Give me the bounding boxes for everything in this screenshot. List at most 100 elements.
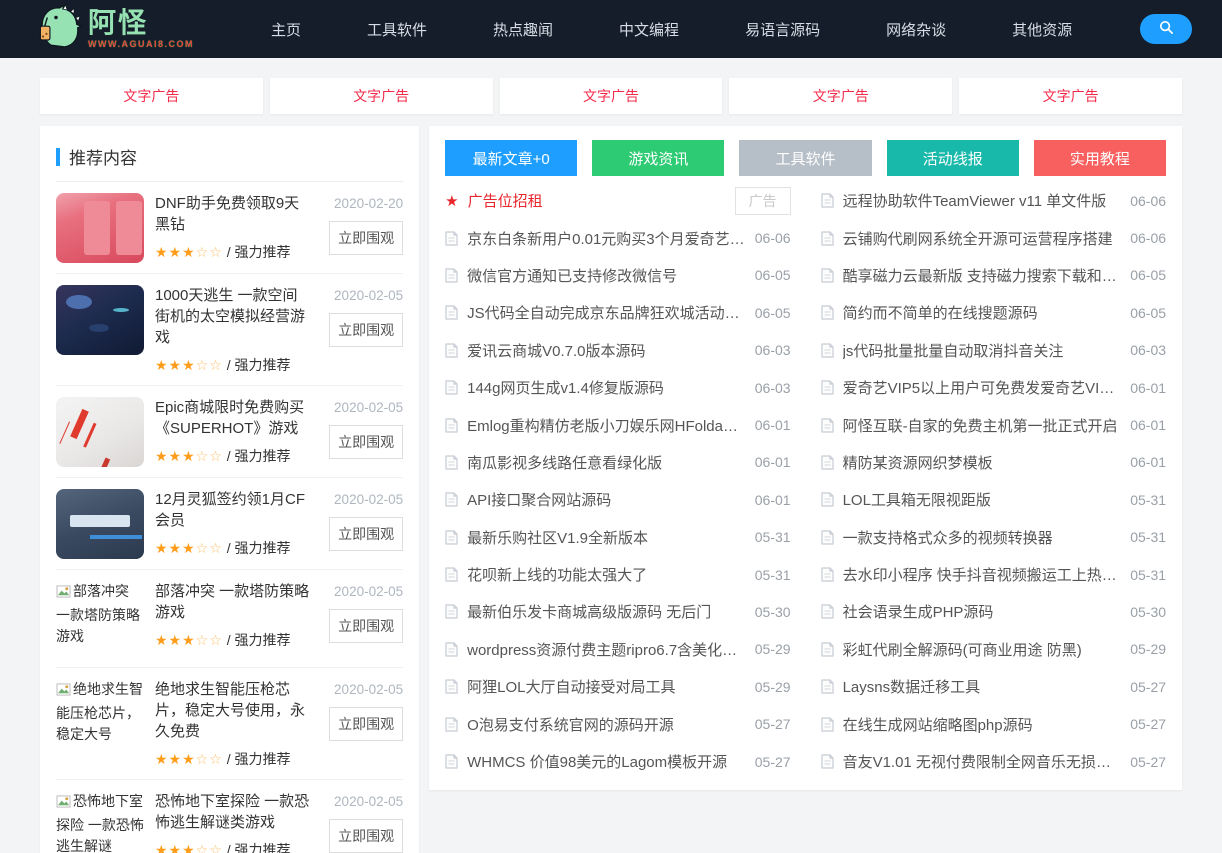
- view-now-button[interactable]: 立即围观: [329, 609, 403, 643]
- nav-item[interactable]: 热点趣闻: [460, 19, 586, 40]
- nav-item[interactable]: 网络杂谈: [853, 19, 979, 40]
- site-title: 阿怪: [88, 9, 194, 37]
- document-icon: [445, 380, 458, 395]
- document-icon: [445, 679, 458, 694]
- nav-item[interactable]: 中文编程: [586, 19, 712, 40]
- view-now-button[interactable]: 立即围观: [329, 313, 403, 347]
- recommended-card[interactable]: Epic商城限时免费购买《SUPERHOT》游戏 ★★★☆☆/ 强力推荐 202…: [56, 386, 403, 478]
- view-now-button[interactable]: 立即围观: [329, 517, 403, 551]
- broken-thumbnail: 恐怖地下室探险 一款恐怖逃生解谜: [56, 791, 144, 853]
- card-rating: ★★★☆☆/ 强力推荐: [155, 446, 310, 466]
- article-list-item[interactable]: WHMCS 价值98美元的Lagom模板开源 05-27: [445, 743, 790, 780]
- article-list-item[interactable]: 简约而不简单的在线搜题源码 06-05: [821, 294, 1166, 331]
- text-ad-slot[interactable]: 文字广告: [270, 78, 493, 114]
- text-ad-slot[interactable]: 文字广告: [500, 78, 723, 114]
- article-title: 花呗新上线的功能太强大了: [467, 564, 746, 585]
- article-list-panel: 最新文章+0 游戏资讯 工具软件 活动线报 实用教程 ★ 广告位招租 广告 京东…: [429, 126, 1182, 790]
- category-button-game-news[interactable]: 游戏资讯: [592, 140, 724, 176]
- card-date: 2020-02-05: [334, 794, 403, 809]
- article-list-item[interactable]: js代码批量批量自动取消抖音关注 06-03: [821, 332, 1166, 369]
- article-list-item[interactable]: 云铺购代刷网系统全开源可运营程序搭建 06-06: [821, 219, 1166, 256]
- article-list-item[interactable]: Emlog重构精仿老版小刀娱乐网HFoldao模... 06-01: [445, 406, 790, 443]
- article-list-item[interactable]: API接口聚合网站源码 06-01: [445, 481, 790, 518]
- recommended-card[interactable]: 绝地求生智能压枪芯片，稳定大号 绝地求生智能压枪芯片，稳定大号使用，永久免费 ★…: [56, 668, 403, 780]
- text-ad-slot[interactable]: 文字广告: [729, 78, 952, 114]
- article-title: JS代码全自动完成京东品牌狂欢城活动任务: [467, 302, 746, 323]
- star-rating-empty: ☆☆: [196, 244, 223, 260]
- rating-label: / 强力推荐: [227, 632, 291, 648]
- article-list-item[interactable]: JS代码全自动完成京东品牌狂欢城活动任务 06-05: [445, 294, 790, 331]
- document-icon: [821, 567, 834, 582]
- article-list-item[interactable]: 阿狸LOL大厅自动接受对局工具 05-29: [445, 668, 790, 705]
- article-list-item[interactable]: 京东白条新用户0.01元购买3个月爱奇艺黄... 06-06: [445, 219, 790, 256]
- nav-item[interactable]: 工具软件: [334, 19, 460, 40]
- article-list-item[interactable]: 最新伯乐发卡商城高级版源码 无后门 05-30: [445, 593, 790, 630]
- article-list-item[interactable]: 最新乐购社区V1.9全新版本 05-31: [445, 519, 790, 556]
- document-icon: [821, 418, 834, 433]
- text-ad-slot[interactable]: 文字广告: [40, 78, 263, 114]
- ad-slot-for-rent-row[interactable]: ★ 广告位招租 广告: [445, 182, 790, 219]
- rating-label: / 强力推荐: [227, 751, 291, 767]
- accent-bar: [56, 148, 60, 166]
- document-icon: [821, 343, 834, 358]
- article-title: 简约而不简单的在线搜题源码: [843, 302, 1122, 323]
- recommended-card[interactable]: 恐怖地下室探险 一款恐怖逃生解谜 恐怖地下室探险 一款恐怖逃生解谜类游戏 ★★★…: [56, 780, 403, 853]
- article-list-item[interactable]: 南瓜影视多线路任意看绿化版 06-01: [445, 444, 790, 481]
- article-date: 05-27: [1130, 716, 1166, 732]
- article-list-item[interactable]: Laysns数据迁移工具 05-27: [821, 668, 1166, 705]
- article-list-item[interactable]: wordpress资源付费主题ripro6.7含美化包... 05-29: [445, 631, 790, 668]
- nav-item[interactable]: 主页: [238, 19, 334, 40]
- article-list-item[interactable]: 精防某资源网织梦模板 06-01: [821, 444, 1166, 481]
- category-button-latest-articles[interactable]: 最新文章+0: [445, 140, 577, 176]
- article-title: 音友V1.01 无视付费限制全网音乐无损免费...: [843, 751, 1122, 772]
- article-list-item[interactable]: 去水印小程序 快手抖音视频搬运工上热门... 05-31: [821, 556, 1166, 593]
- article-list-item[interactable]: 社会语录生成PHP源码 05-30: [821, 593, 1166, 630]
- article-list-item[interactable]: 阿怪互联-自家的免费主机第一批正式开启 06-01: [821, 406, 1166, 443]
- article-date: 06-05: [1130, 267, 1166, 283]
- category-button-activity[interactable]: 活动线报: [887, 140, 1019, 176]
- recommended-card[interactable]: DNF助手免费领取9天黑钻 ★★★☆☆/ 强力推荐 2020-02-20 立即围…: [56, 182, 403, 274]
- recommended-card[interactable]: 部落冲突 一款塔防策略游戏 部落冲突 一款塔防策略游戏 ★★★☆☆/ 强力推荐 …: [56, 570, 403, 668]
- article-list-item[interactable]: 爱讯云商城V0.7.0版本源码 06-03: [445, 332, 790, 369]
- article-title: 爱奇艺VIP5以上用户可免费发爱奇艺VIP红包: [843, 377, 1122, 398]
- article-list-item[interactable]: 音友V1.01 无视付费限制全网音乐无损免费... 05-27: [821, 743, 1166, 780]
- document-icon: [821, 231, 834, 246]
- view-now-button[interactable]: 立即围观: [329, 707, 403, 741]
- document-icon: [821, 530, 834, 545]
- article-list-item[interactable]: 远程协助软件TeamViewer v11 单文件版 06-06: [821, 182, 1166, 219]
- article-list-item[interactable]: 彩虹代刷全解源码(可商业用途 防黑) 05-29: [821, 631, 1166, 668]
- article-title: 南瓜影视多线路任意看绿化版: [467, 452, 746, 473]
- nav-item[interactable]: 易语言源码: [712, 19, 853, 40]
- view-now-button[interactable]: 立即围观: [329, 819, 403, 853]
- document-icon: [445, 642, 458, 657]
- article-list-item[interactable]: 微信官方通知已支持修改微信号 06-05: [445, 257, 790, 294]
- article-date: 05-31: [1130, 529, 1166, 545]
- sidebar-title: 推荐内容: [69, 144, 137, 169]
- article-list-item[interactable]: 酷享磁力云最新版 支持磁力搜索下载和一... 06-05: [821, 257, 1166, 294]
- recommended-card[interactable]: 12月灵狐签约领1月CF会员 ★★★☆☆/ 强力推荐 2020-02-05 立即…: [56, 478, 403, 570]
- card-rating: ★★★☆☆/ 强力推荐: [155, 630, 310, 650]
- article-list-item[interactable]: 花呗新上线的功能太强大了 05-31: [445, 556, 790, 593]
- article-list-item[interactable]: 一款支持格式众多的视频转换器 05-31: [821, 519, 1166, 556]
- view-now-button[interactable]: 立即围观: [329, 221, 403, 255]
- view-now-button[interactable]: 立即围观: [329, 425, 403, 459]
- article-date: 05-31: [755, 529, 791, 545]
- nav-item[interactable]: 其他资源: [979, 19, 1105, 40]
- article-list-item[interactable]: LOL工具箱无限视距版 05-31: [821, 481, 1166, 518]
- article-list-item[interactable]: 在线生成网站缩略图php源码 05-27: [821, 705, 1166, 742]
- category-button-tools[interactable]: 工具软件: [739, 140, 871, 176]
- article-list-item[interactable]: O泡易支付系统官网的源码开源 05-27: [445, 705, 790, 742]
- article-title: API接口聚合网站源码: [467, 489, 746, 510]
- search-button[interactable]: [1140, 14, 1192, 44]
- broken-thumbnail: 部落冲突 一款塔防策略游戏: [56, 581, 144, 657]
- category-button-tutorials[interactable]: 实用教程: [1034, 140, 1166, 176]
- article-list-item[interactable]: 144g网页生成v1.4修复版源码 06-03: [445, 369, 790, 406]
- article-date: 06-06: [1130, 230, 1166, 246]
- article-title: 彩虹代刷全解源码(可商业用途 防黑): [843, 639, 1122, 660]
- article-title: 最新伯乐发卡商城高级版源码 无后门: [467, 601, 746, 622]
- site-logo[interactable]: 阿怪 WWW.AGUAI8.COM: [30, 3, 194, 56]
- recommended-card[interactable]: 1000天逃生 一款空间街机的太空模拟经营游戏 ★★★☆☆/ 强力推荐 2020…: [56, 274, 403, 386]
- text-ad-slot[interactable]: 文字广告: [959, 78, 1182, 114]
- article-date: 06-03: [755, 380, 791, 396]
- article-list-item[interactable]: 爱奇艺VIP5以上用户可免费发爱奇艺VIP红包 06-01: [821, 369, 1166, 406]
